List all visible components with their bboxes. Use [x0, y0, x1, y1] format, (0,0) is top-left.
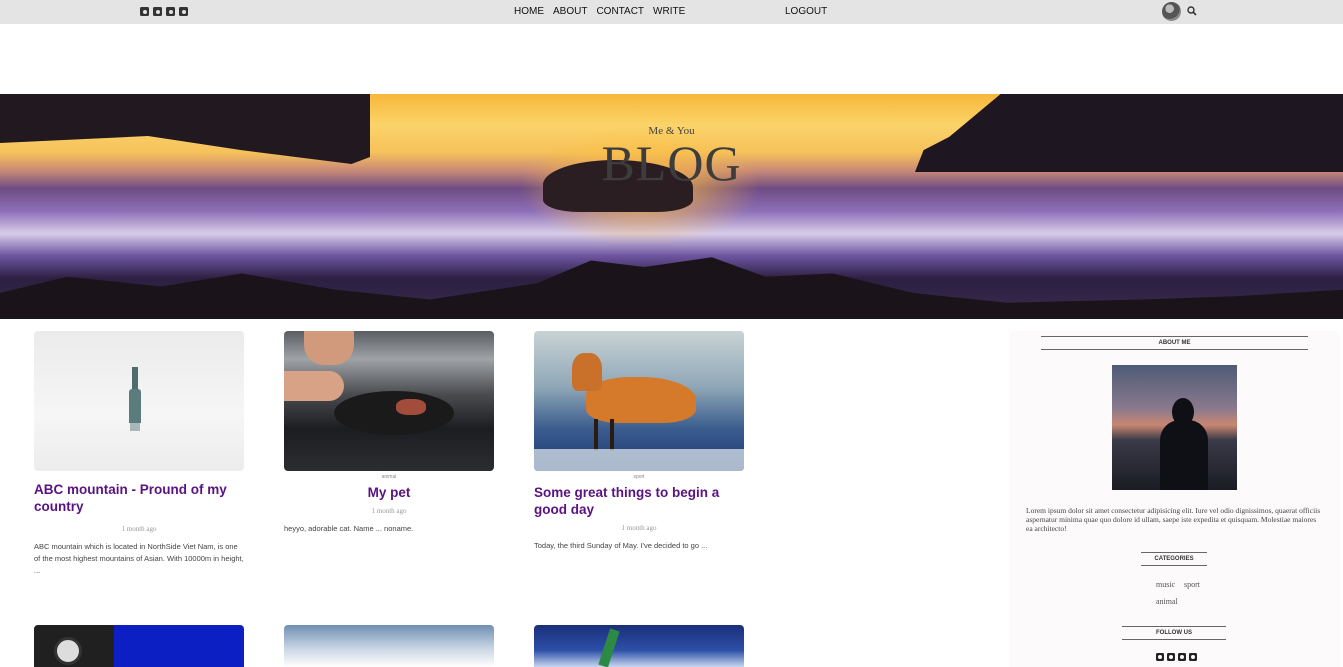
instagram-icon[interactable] — [1167, 653, 1175, 661]
post-date: 1 month ago — [121, 525, 157, 533]
post-card[interactable]: ABC mountain - Pround of my country 1 mo… — [34, 331, 244, 577]
hero-rocks-foreground — [0, 257, 1343, 319]
post-date: 1 month ago — [371, 507, 407, 515]
facebook-icon[interactable] — [1156, 653, 1164, 661]
category-link-animal[interactable]: animal — [1156, 597, 1178, 606]
post-card[interactable]: sport Some great things to begin a good … — [534, 331, 744, 552]
nav-write[interactable]: WRITE — [653, 6, 685, 17]
follow-us-heading: FOLLOW US — [1122, 626, 1226, 640]
post-image[interactable] — [534, 625, 744, 667]
top-navbar: HOME ABOUT CONTACT WRITE LOGOUT — [0, 0, 1343, 24]
post-image[interactable] — [284, 625, 494, 667]
post-title[interactable]: Some great things to begin a good day — [534, 484, 744, 518]
logout-link[interactable]: LOGOUT — [785, 6, 827, 17]
category-link-music[interactable]: music — [1156, 580, 1175, 589]
post-category[interactable]: sport — [534, 474, 744, 480]
instagram-icon[interactable] — [153, 7, 162, 16]
post-date: 1 month ago — [621, 524, 657, 532]
post-title[interactable]: My pet — [284, 484, 494, 501]
category-link-sport[interactable]: sport — [1184, 580, 1200, 589]
follow-social-links — [1156, 653, 1197, 661]
post-card[interactable]: animal My pet 1 month ago heyyo, adorabl… — [284, 331, 494, 535]
post-image[interactable] — [34, 625, 244, 667]
categories-heading: CATEGORIES — [1141, 552, 1207, 566]
nav-about[interactable]: ABOUT — [553, 6, 587, 17]
social-links — [140, 7, 188, 16]
sidebar: ABOUT ME Lorem ipsum dolor sit amet cons… — [1010, 331, 1340, 667]
post-category[interactable]: animal — [284, 474, 494, 480]
nav-contact[interactable]: CONTACT — [596, 6, 644, 17]
facebook-icon[interactable] — [140, 7, 149, 16]
post-image[interactable] — [34, 331, 244, 471]
about-me-heading: ABOUT ME — [1041, 336, 1308, 350]
post-title[interactable]: ABC mountain - Pround of my country — [34, 481, 244, 515]
twitter-icon[interactable] — [1189, 653, 1197, 661]
main-nav: HOME ABOUT CONTACT WRITE — [514, 6, 694, 17]
post-excerpt: heyyo, adorable cat. Name ... noname. — [284, 524, 414, 533]
post-excerpt: Today, the third Sunday of May. I've dec… — [534, 541, 708, 550]
post-image[interactable] — [534, 331, 744, 471]
search-icon[interactable] — [1187, 6, 1197, 16]
user-avatar[interactable] — [1162, 2, 1181, 21]
post-image[interactable] — [284, 331, 494, 471]
twitter-icon[interactable] — [179, 7, 188, 16]
about-me-text: Lorem ipsum dolor sit amet consectetur a… — [1026, 506, 1321, 533]
pinterest-icon[interactable] — [1178, 653, 1186, 661]
post-excerpt: ABC mountain which is located in NorthSi… — [34, 542, 244, 575]
hero-title: BLOG — [601, 135, 742, 191]
about-me-photo — [1112, 365, 1237, 490]
pinterest-icon[interactable] — [166, 7, 175, 16]
nav-home[interactable]: HOME — [514, 6, 544, 17]
